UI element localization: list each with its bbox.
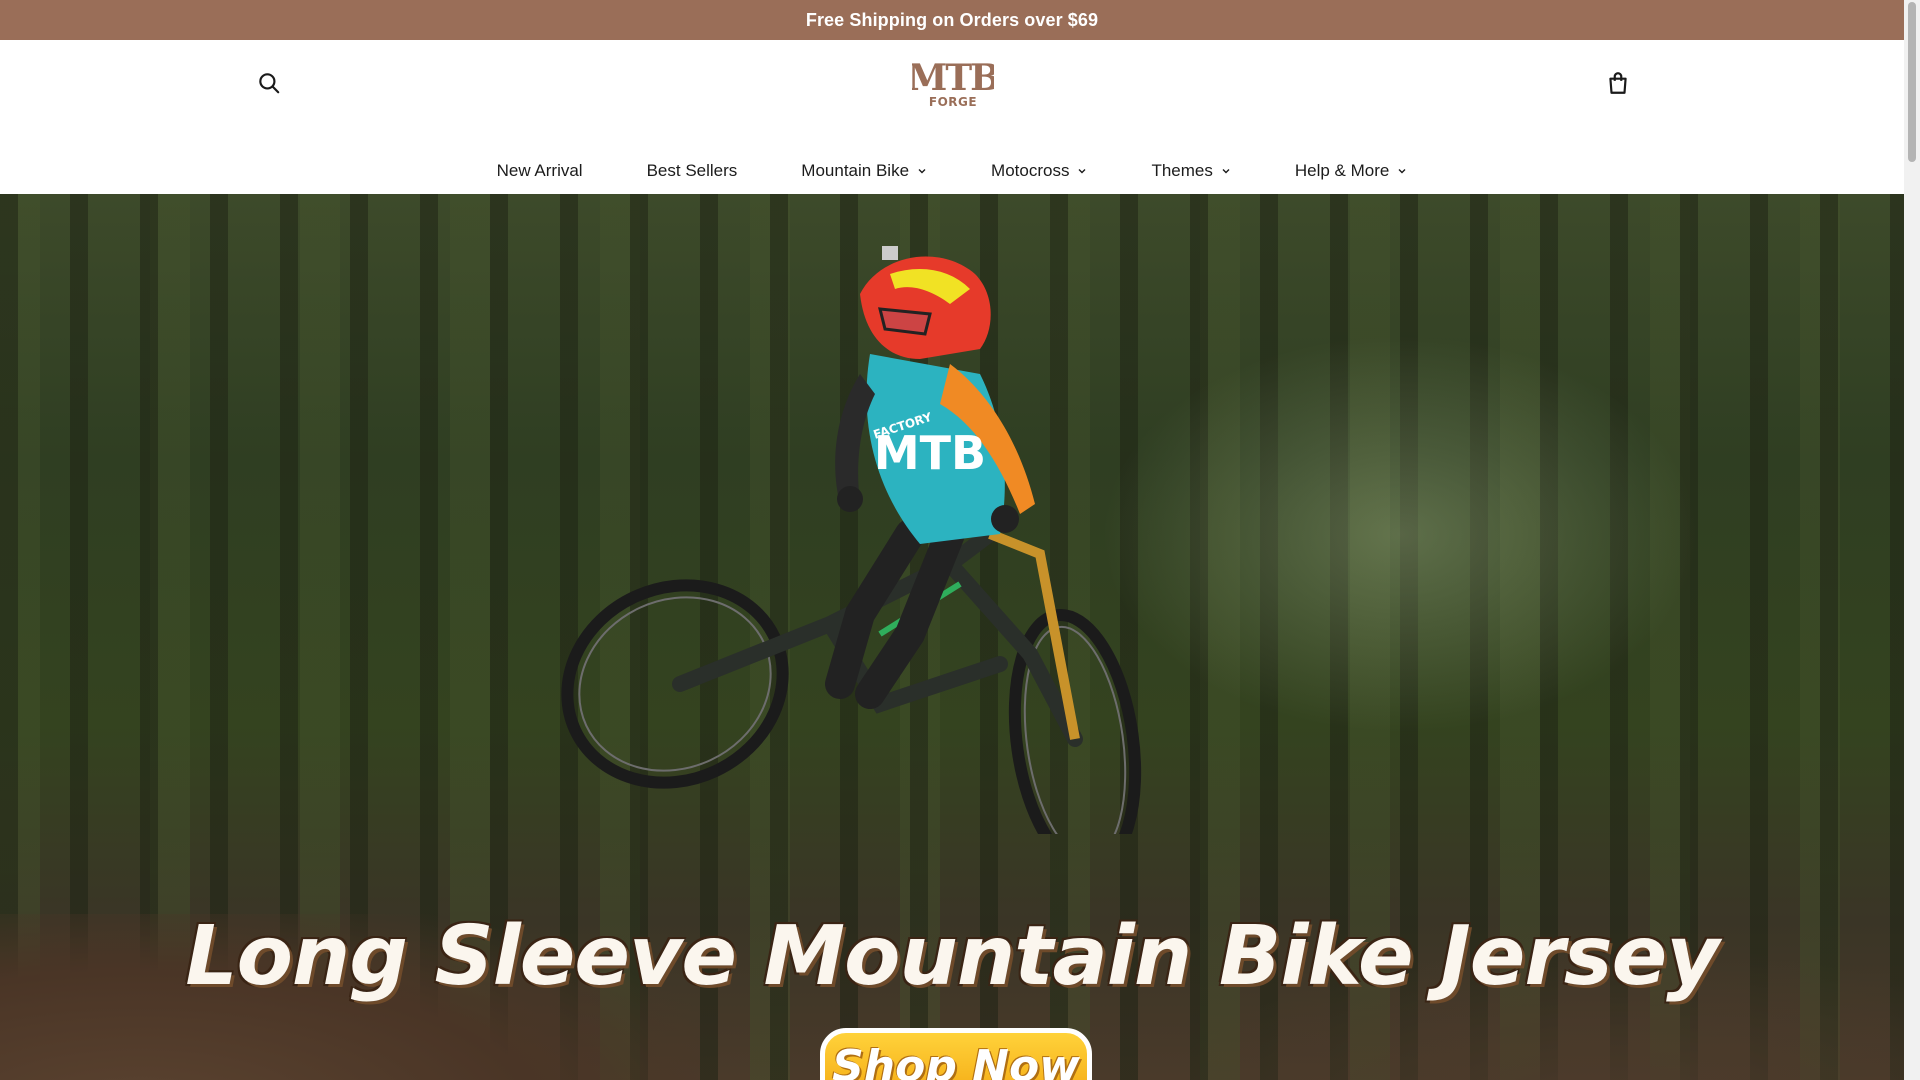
shop-now-button[interactable]: Shop Now <box>820 1028 1092 1080</box>
page-scrollbar[interactable] <box>1904 0 1920 1080</box>
site-header: MTB FORGE New Arrival Best Sellers Mount… <box>0 40 1904 194</box>
main-nav: New Arrival Best Sellers Mountain Bike M… <box>0 148 1904 194</box>
cart-button[interactable] <box>1605 70 1631 96</box>
scrollbar-thumb[interactable] <box>1908 2 1916 162</box>
nav-item-best-sellers[interactable]: Best Sellers <box>615 148 770 194</box>
nav-item-label: Mountain Bike <box>801 161 910 180</box>
hero-banner[interactable]: MTB FACTORY Long Sleeve Mountain Bike Je… <box>0 194 1904 1080</box>
chevron-down-icon <box>1398 169 1406 174</box>
nav-item-label: Motocross <box>991 161 1070 180</box>
nav-item-label: New Arrival <box>496 161 583 180</box>
site-logo[interactable]: MTB FORGE <box>907 56 1001 110</box>
nav-item-new-arrival[interactable]: New Arrival <box>465 148 615 194</box>
nav-item-label: Help & More <box>1294 161 1390 180</box>
chevron-down-icon <box>1078 169 1086 174</box>
logo-bottom-text: FORGE <box>929 95 977 109</box>
nav-item-label: Themes <box>1151 161 1213 180</box>
chevron-down-icon <box>1222 169 1230 174</box>
announcement-bar: Free Shipping on Orders over $69 <box>0 0 1904 40</box>
rider-illustration: MTB FACTORY <box>561 246 1142 834</box>
nav-item-mountain-bike[interactable]: Mountain Bike <box>769 148 959 194</box>
announcement-text: Free Shipping on Orders over $69 <box>805 9 1099 30</box>
nav-item-help-more[interactable]: Help & More <box>1263 148 1439 194</box>
shopping-bag-icon <box>1609 72 1627 94</box>
nav-item-motocross[interactable]: Motocross <box>959 148 1119 194</box>
search-button[interactable] <box>256 70 282 96</box>
nav-item-label: Best Sellers <box>646 161 738 180</box>
logo-top-text: MTB <box>912 57 994 99</box>
mtb-forge-logo: MTB FORGE <box>907 57 1001 109</box>
hero-title: Long Sleeve Mountain Bike Jersey <box>185 909 1719 1004</box>
search-icon <box>259 73 280 94</box>
rider-legs <box>825 519 965 709</box>
chevron-down-icon <box>918 169 926 174</box>
nav-item-themes[interactable]: Themes <box>1119 148 1262 194</box>
